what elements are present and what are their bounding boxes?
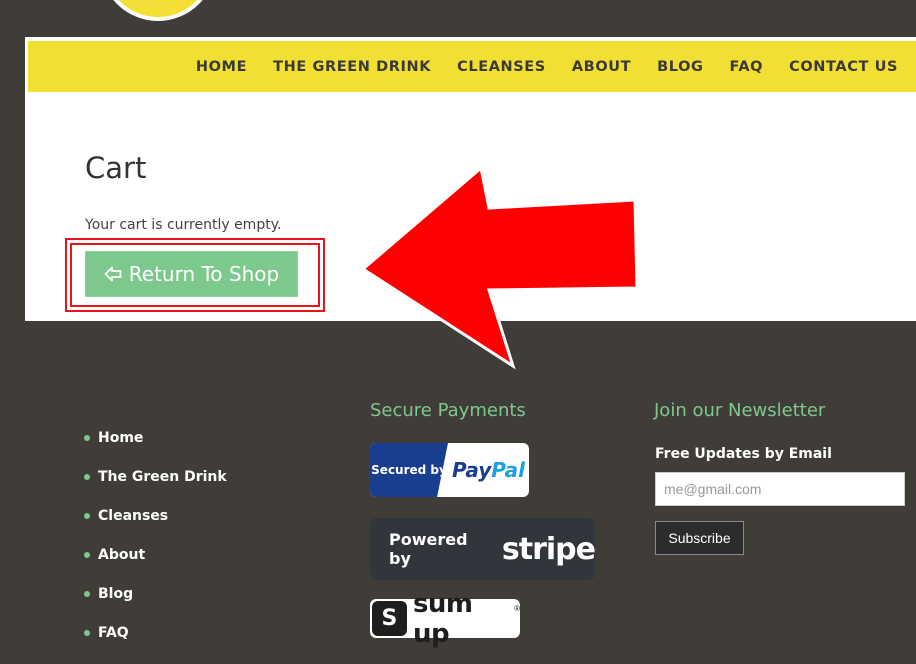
paypal-secured-by: Secured by (370, 443, 448, 497)
stripe-powered-by: Powered by (389, 530, 468, 568)
bullet-icon (84, 474, 90, 480)
return-to-shop-button[interactable]: Return To Shop (85, 251, 298, 297)
sumup-mark-icon: S (372, 601, 407, 636)
nav-item-contact-us[interactable]: CONTACT US (789, 59, 898, 75)
stripe-logo: stripe (501, 531, 596, 567)
bullet-icon (84, 435, 90, 441)
sumup-badge: S sum up ® (370, 589, 520, 649)
nav-item-home[interactable]: HOME (196, 59, 247, 75)
footer-link-about[interactable]: About (84, 547, 227, 586)
bullet-icon (84, 552, 90, 558)
sumup-registered-mark: ® (514, 604, 520, 613)
nav-menu: HOME THE GREEN DRINK CLEANSES ABOUT BLOG… (196, 41, 898, 92)
footer-link-cleanses[interactable]: Cleanses (84, 508, 227, 547)
paypal-pal-text: Pal (491, 458, 526, 482)
subscribe-button[interactable]: Subscribe (655, 521, 744, 555)
newsletter-title: Join our Newsletter (654, 400, 826, 421)
cart-empty-message: Your cart is currently empty. (85, 217, 282, 233)
footer-link-home[interactable]: Home (84, 430, 227, 469)
main-nav: HOME THE GREEN DRINK CLEANSES ABOUT BLOG… (28, 41, 916, 92)
stripe-badge: Powered by stripe (370, 518, 596, 580)
bullet-icon (84, 591, 90, 597)
nav-item-faq[interactable]: FAQ (730, 59, 764, 75)
sumup-logo: sum up (412, 588, 473, 649)
site-logo[interactable] (100, 0, 216, 21)
bullet-icon (84, 630, 90, 636)
newsletter-label: Free Updates by Email (655, 446, 832, 462)
newsletter-email-input[interactable] (655, 472, 905, 506)
page-title: Cart (85, 151, 147, 185)
bullet-icon (84, 513, 90, 519)
paypal-pay-text: Pay (452, 458, 492, 482)
nav-item-about[interactable]: ABOUT (572, 59, 631, 75)
nav-item-blog[interactable]: BLOG (657, 59, 703, 75)
footer-link-blog[interactable]: Blog (84, 586, 227, 625)
site-header: HOME THE GREEN DRINK CLEANSES ABOUT BLOG… (25, 37, 916, 96)
nav-item-the-green-drink[interactable]: THE GREEN DRINK (273, 59, 431, 75)
paypal-badge: Secured by PayPal (370, 443, 529, 497)
cart-content: Cart Your cart is currently empty. Retur… (25, 96, 916, 321)
footer-menu: Home The Green Drink Cleanses About Blog… (84, 430, 227, 664)
footer-link-faq[interactable]: FAQ (84, 625, 227, 664)
arrow-left-outline-icon (104, 266, 122, 282)
payments-title: Secure Payments (370, 400, 526, 421)
paypal-logo: PayPal (448, 458, 529, 482)
return-to-shop-label: Return To Shop (128, 262, 280, 286)
nav-item-cleanses[interactable]: CLEANSES (457, 59, 546, 75)
footer-link-the-green-drink[interactable]: The Green Drink (84, 469, 227, 508)
